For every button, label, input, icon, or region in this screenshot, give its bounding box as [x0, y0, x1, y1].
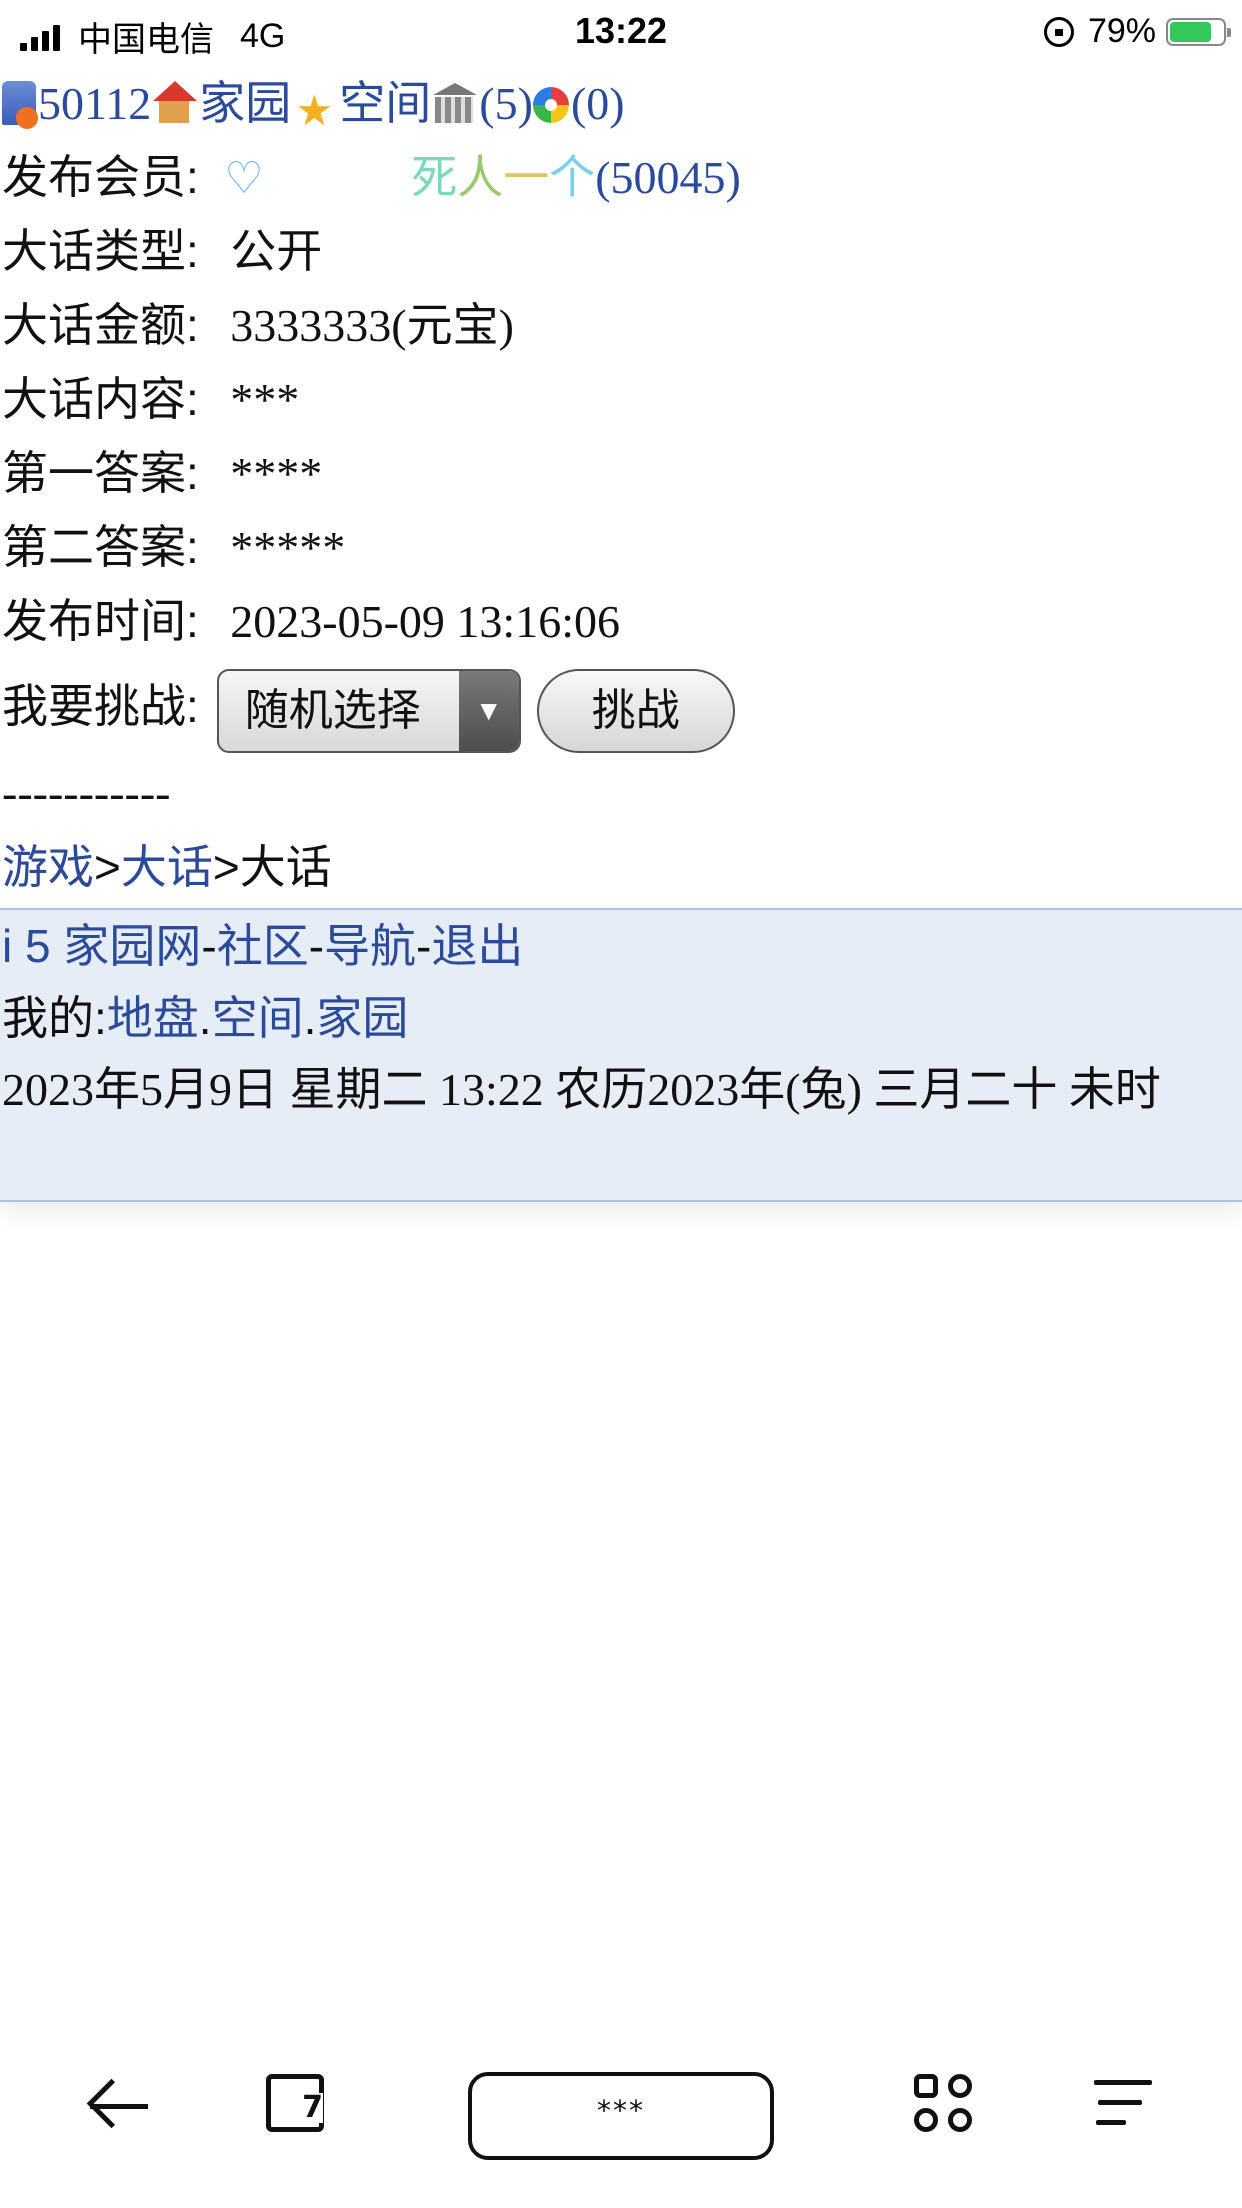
my-links: 我的:地盘.空间.家园	[2, 992, 409, 1044]
content-row: 大话内容: ***	[0, 362, 1242, 436]
type-label: 大话类型:	[2, 225, 199, 277]
browser-toolbar: 7 ***	[0, 2060, 1242, 2180]
my-space-link[interactable]: 空间	[212, 992, 304, 1044]
amount-row: 大话金额: 3333333(元宝)	[0, 288, 1242, 362]
type-row: 大话类型: 公开	[0, 214, 1242, 288]
phone-qq-icon	[2, 81, 38, 129]
territory-link[interactable]: 地盘	[107, 992, 199, 1044]
footer-datetime: 2023年5月9日 星期二 13:22 农历2023年(兔) 三月二十 未时	[2, 1064, 1161, 1115]
answer1-value: ****	[230, 448, 323, 499]
answer2-value: *****	[230, 522, 346, 573]
amount-value: 3333333(元宝)	[230, 300, 514, 351]
content-value: ***	[230, 374, 300, 425]
dropdown-arrow-icon: ▼	[458, 671, 519, 752]
breadcrumb: 游戏>大话>大话	[0, 830, 1242, 904]
rotation-lock-icon	[1043, 16, 1074, 47]
tabs-grid-icon[interactable]	[914, 2074, 976, 2136]
challenge-select-value: 随机选择	[244, 686, 421, 736]
publisher-row: 发布会员: ♡ 死人一个(50045)	[0, 140, 1242, 214]
logout-link[interactable]: 退出	[431, 920, 523, 972]
home-link[interactable]: 家园	[199, 77, 291, 129]
time-label: 发布时间:	[2, 595, 199, 647]
status-bar: 中国电信 4G 13:22 79%	[0, 0, 1242, 62]
breadcrumb-separator: >	[94, 841, 121, 893]
challenge-select[interactable]: 随机选择 ▼	[216, 669, 521, 754]
challenge-row: 我要挑战: 随机选择 ▼ 挑战	[0, 660, 1242, 754]
publisher-label: 发布会员:	[2, 151, 199, 203]
mine-label: 我的:	[2, 992, 107, 1044]
pinwheel-icon	[532, 87, 569, 123]
top-nav: 50112 家园★ 空间 (5) (0)	[0, 66, 1242, 140]
battery-fill	[1170, 21, 1212, 42]
main-content: 50112 家园★ 空间 (5) (0) 发布会员: ♡ 死人一个(50045) 大话类…	[0, 66, 1242, 904]
community-link[interactable]: 社区	[217, 920, 309, 972]
separator-line: -----------	[2, 767, 171, 818]
answer2-label: 第二答案:	[2, 521, 199, 573]
my-home-link[interactable]: 家园	[316, 992, 408, 1044]
answer1-row: 第一答案: ****	[0, 436, 1242, 510]
footer-links: i 5 家园网-社区-导航-退出	[2, 920, 524, 972]
amount-label: 大话金额:	[2, 299, 199, 351]
message-count-link[interactable]: (0)	[571, 78, 625, 129]
breadcrumb-current: 大话	[239, 841, 332, 893]
time-value: 2023-05-09 13:16:06	[230, 596, 620, 647]
breadcrumb-separator: >	[212, 841, 240, 893]
answer1-label: 第一答案:	[2, 447, 199, 499]
star-icon: ★	[295, 89, 334, 135]
house-icon	[151, 81, 198, 125]
bank-icon	[431, 81, 478, 125]
back-arrow-icon[interactable]	[86, 2074, 150, 2138]
heart-avatar-icon: ♡	[224, 154, 264, 203]
challenge-button[interactable]: 挑战	[536, 669, 735, 754]
challenge-label: 我要挑战:	[2, 680, 199, 732]
content-label: 大话内容:	[2, 373, 199, 425]
type-value: 公开	[230, 225, 323, 277]
breadcrumb-game-link[interactable]: 游戏	[2, 841, 94, 893]
publisher-id-link[interactable]: (50045)	[595, 152, 741, 203]
edit-icon[interactable]: 7	[266, 2074, 324, 2132]
site-home-link[interactable]: i 5 家园网	[2, 920, 201, 972]
battery-percent: 79%	[1087, 12, 1156, 50]
breadcrumb-dahua-link[interactable]: 大话	[121, 841, 213, 893]
bank-count-link[interactable]: (5)	[479, 78, 533, 129]
menu-icon[interactable]	[1094, 2074, 1154, 2134]
navigation-link[interactable]: 导航	[324, 920, 416, 972]
answer2-row: 第二答案: *****	[0, 510, 1242, 584]
battery-icon	[1166, 17, 1231, 46]
user-id-link[interactable]: 50112	[38, 78, 151, 129]
time-row: 发布时间: 2023-05-09 13:16:06	[0, 584, 1242, 658]
space-link[interactable]: 空间	[339, 77, 431, 129]
address-bar[interactable]: ***	[468, 2072, 774, 2160]
footer-panel: i 5 家园网-社区-导航-退出 我的:地盘.空间.家园 2023年5月9日 星…	[0, 908, 1242, 1202]
publisher-name-link[interactable]: 死人一个	[411, 151, 595, 203]
